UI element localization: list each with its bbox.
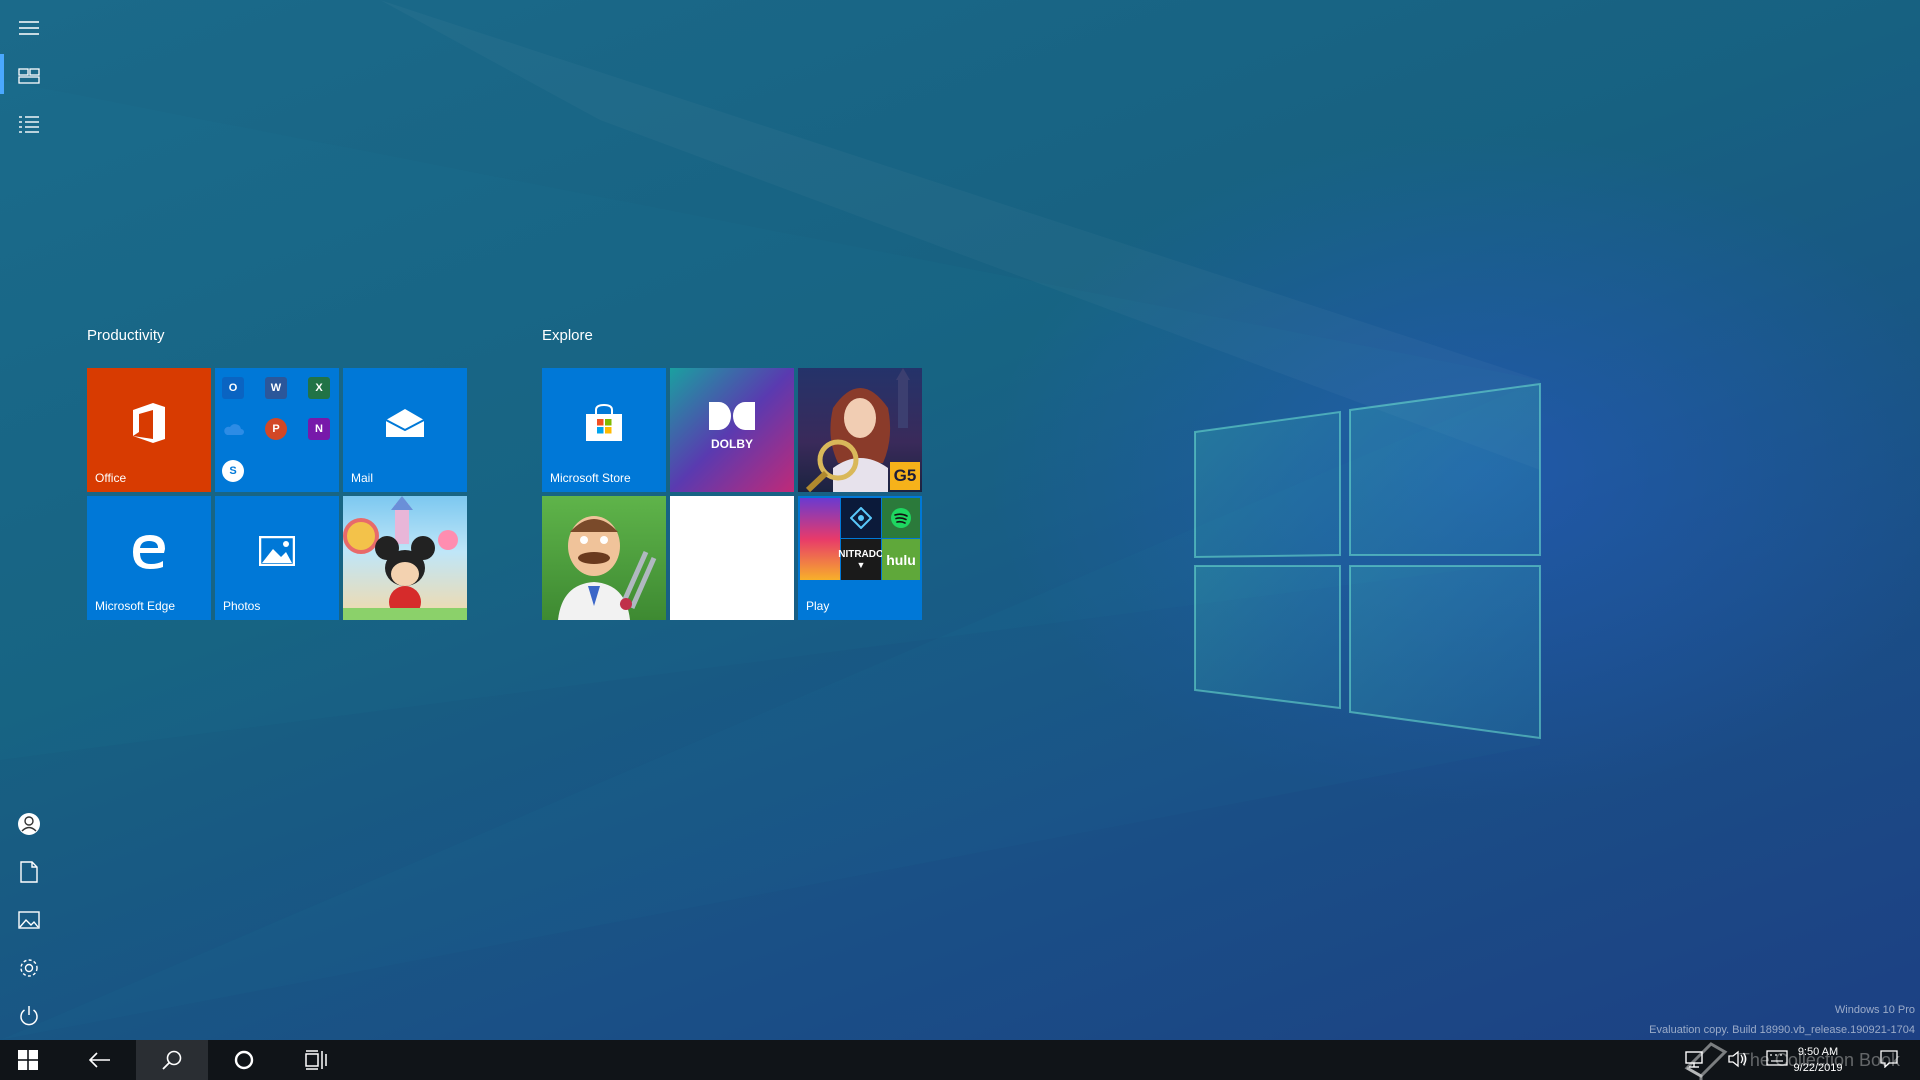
tile-office-apps-folder[interactable]: O W X P N S (215, 368, 339, 492)
audio-wave-icon (679, 511, 781, 605)
mail-icon (385, 408, 425, 437)
tiles-view-icon[interactable] (0, 52, 58, 100)
gardenscapes-art (558, 516, 657, 620)
tile-label: Office (95, 471, 127, 485)
tile-photos[interactable]: Photos (215, 496, 339, 620)
hulu-icon: hulu (882, 539, 920, 580)
dolby-logo: DOLBY (670, 402, 794, 451)
task-view-button[interactable] (280, 1040, 352, 1080)
onenote-icon: N (308, 418, 330, 440)
search-button[interactable] (136, 1040, 208, 1080)
mickey-game-art (343, 496, 467, 620)
collection-watermark-text: The Collection Book (1738, 1049, 1900, 1070)
back-button[interactable] (64, 1040, 136, 1080)
tile-microsoft-edge[interactable]: Microsoft Edge (87, 496, 211, 620)
power-icon[interactable] (0, 992, 58, 1040)
taskbar: 9:50 AM 9/22/2019 (0, 1040, 1920, 1080)
onedrive-icon (222, 418, 244, 440)
tile-dolby[interactable]: DOLBY (670, 368, 794, 492)
documents-icon[interactable] (0, 848, 58, 896)
tile-hidden-object-game[interactable]: G5 (798, 368, 922, 492)
back-icon (89, 1052, 110, 1068)
book-watermark-icon (1684, 1042, 1728, 1080)
g5-badge: G5 (890, 462, 920, 490)
powerpoint-icon: P (265, 418, 287, 440)
cortana-icon (234, 1050, 254, 1070)
group-title-productivity[interactable]: Productivity (87, 327, 165, 344)
tile-label: Microsoft Store (550, 471, 631, 485)
group-title-explore[interactable]: Explore (542, 327, 593, 344)
store-icon (586, 403, 622, 441)
photos-icon (259, 535, 295, 566)
word-icon: W (265, 377, 287, 399)
office-icon (133, 402, 165, 443)
nitrado-icon: NITRADO ▼ (838, 539, 884, 580)
candy-crush-icon (800, 498, 840, 580)
spotify-icon (882, 498, 920, 538)
photoshop-express-icon (841, 498, 881, 538)
dolby-text: DOLBY (711, 437, 753, 451)
collection-watermark: The Collection Book (1683, 1040, 1900, 1080)
tile-mail[interactable]: Mail (343, 368, 467, 492)
tile-gardenscapes[interactable] (542, 496, 666, 620)
hamburger-icon[interactable] (0, 4, 58, 52)
tile-label: Play (806, 599, 830, 613)
nitrado-text: NITRADO (838, 549, 884, 560)
build-watermark: Evaluation copy. Build 18990.vb_release.… (1649, 1024, 1915, 1036)
tile-mickey-game[interactable] (343, 496, 467, 620)
tile-label: Photos (223, 599, 261, 613)
tile-play-folder[interactable]: NITRADO ▼ hulu Play (798, 496, 922, 620)
excel-icon: X (308, 377, 330, 399)
skype-icon: S (222, 460, 244, 482)
all-apps-list-icon[interactable] (0, 100, 58, 148)
os-edition-watermark: Windows 10 Pro (1834, 1004, 1915, 1016)
settings-icon[interactable] (0, 944, 58, 992)
cortana-button[interactable] (208, 1040, 280, 1080)
tile-label: Mail (351, 471, 374, 485)
search-icon (162, 1050, 182, 1070)
tile-office[interactable]: Office (87, 368, 211, 492)
user-icon[interactable] (0, 800, 58, 848)
task-view-icon (305, 1050, 327, 1070)
edge-icon (133, 534, 165, 569)
start-icon (18, 1050, 38, 1070)
start-button[interactable] (0, 1040, 56, 1080)
tile-audio-app[interactable] (670, 496, 794, 620)
tile-microsoft-store[interactable]: Microsoft Store (542, 368, 666, 492)
pictures-icon[interactable] (0, 896, 58, 944)
tile-label: Microsoft Edge (95, 599, 176, 613)
outlook-icon: O (222, 377, 244, 399)
